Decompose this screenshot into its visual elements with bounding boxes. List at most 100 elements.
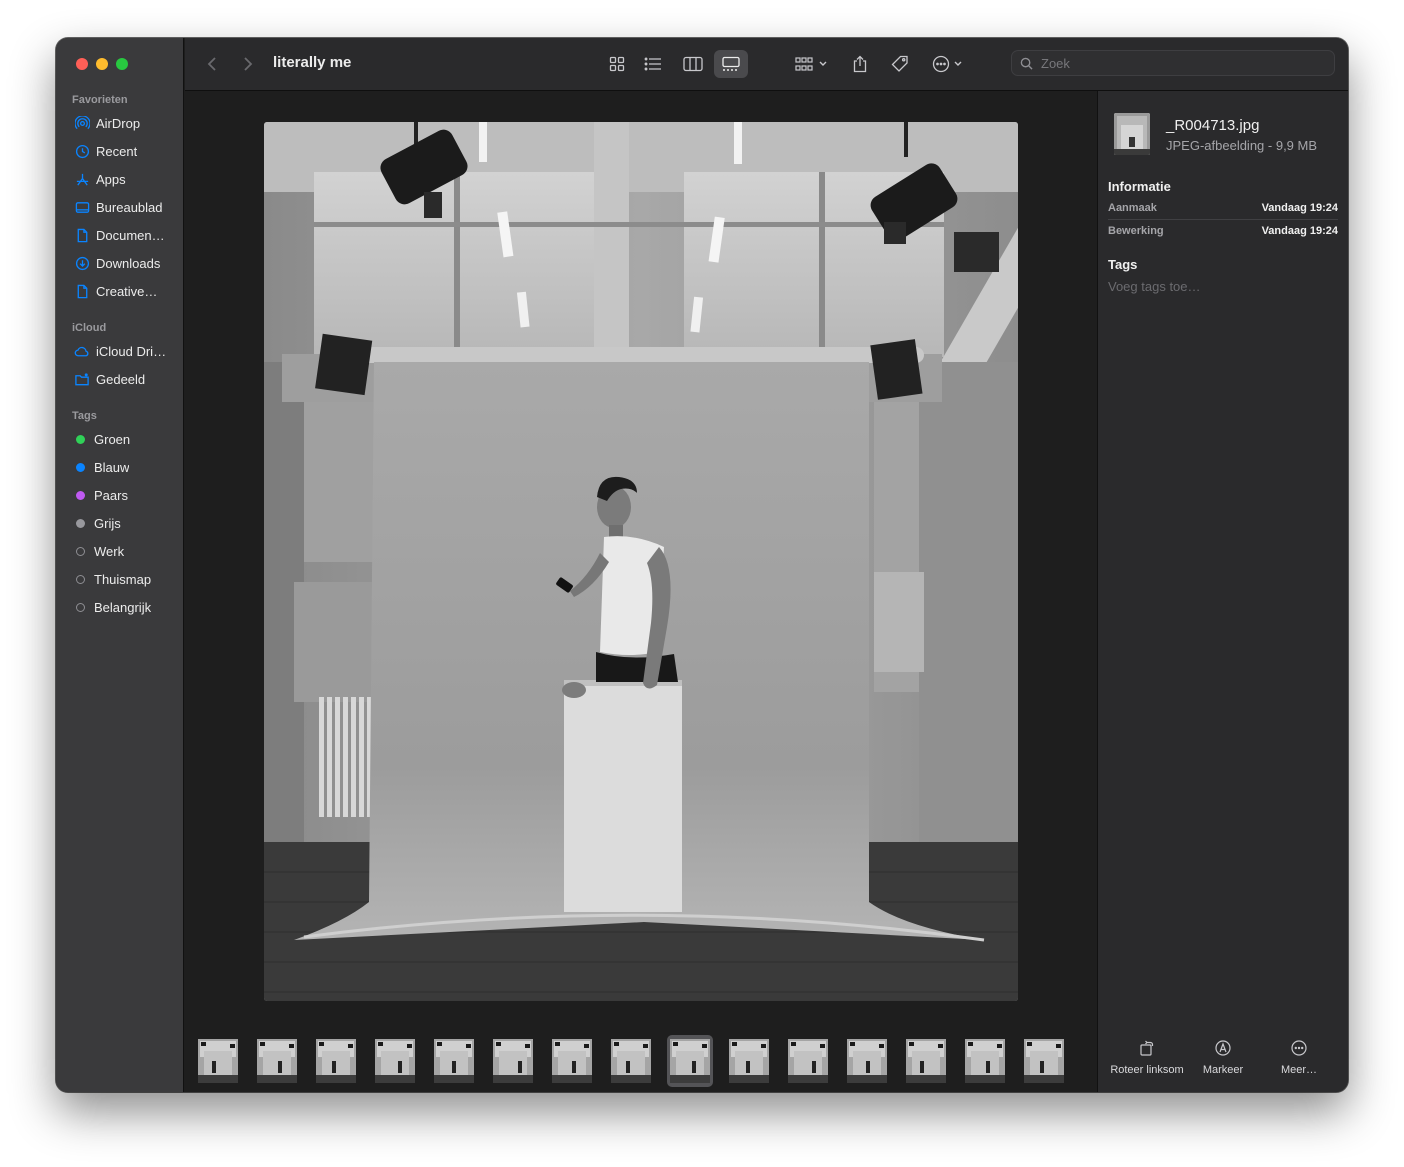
group-by-button[interactable]	[791, 50, 831, 78]
sidebar-item-label: Creative…	[96, 283, 158, 299]
filmstrip	[195, 1035, 1085, 1087]
file-thumbnail	[1114, 113, 1150, 155]
sidebar-tag-home[interactable]: Thuismap	[74, 568, 178, 590]
sidebar-item-desktop[interactable]: Bureaublad	[74, 196, 178, 218]
ellipsis-circle-icon	[932, 55, 949, 73]
filmstrip-thumbnail[interactable]	[254, 1035, 300, 1087]
action-label: Markeer	[1202, 1064, 1244, 1076]
minimize-window-button[interactable]	[96, 58, 108, 70]
cloud-icon	[74, 343, 90, 359]
filmstrip-thumbnail[interactable]	[431, 1035, 477, 1087]
search-field[interactable]	[1011, 50, 1335, 76]
filmstrip-thumbnail[interactable]	[195, 1035, 241, 1087]
sidebar-tag-important[interactable]: Belangrijk	[74, 596, 178, 618]
filmstrip-thumbnail[interactable]	[962, 1035, 1008, 1087]
sidebar-item-label: Werk	[94, 543, 125, 559]
sidebar-item-recent[interactable]: Recent	[74, 140, 178, 162]
action-menu-button[interactable]	[927, 50, 967, 78]
sidebar-item-label: Bureaublad	[96, 199, 163, 215]
sidebar-item-documents[interactable]: Documen…	[74, 224, 178, 246]
gallery-preview-area	[185, 91, 1097, 1092]
sidebar-item-label: iCloud Dri…	[96, 343, 167, 359]
sidebar: Favorieten AirDrop Recent Apps Bureaubla…	[56, 38, 184, 1092]
filmstrip-thumbnail[interactable]	[667, 1035, 713, 1087]
icon-view-button[interactable]	[601, 50, 633, 78]
sidebar-item-creative[interactable]: Creative…	[74, 280, 178, 302]
sidebar-item-label: Gedeeld	[96, 371, 146, 387]
gallery-view-icon	[722, 56, 740, 71]
clock-icon	[74, 143, 90, 159]
tag-dot-icon	[76, 434, 85, 444]
markup-button[interactable]: Markeer	[1185, 1037, 1261, 1077]
info-heading: Informatie	[1108, 179, 1171, 194]
filmstrip-thumbnail[interactable]	[903, 1035, 949, 1087]
chevron-down-icon	[954, 61, 961, 66]
list-view-button[interactable]	[637, 50, 669, 78]
tag-dot-icon	[76, 574, 85, 584]
document-icon	[74, 227, 90, 243]
tag-dot-icon	[76, 546, 85, 556]
list-view-icon	[644, 57, 661, 71]
file-kind: JPEG-afbeelding - 9,9 MB	[1166, 138, 1318, 153]
sidebar-tag-purple[interactable]: Paars	[74, 484, 178, 506]
info-value: Vandaag 19:24	[1261, 202, 1338, 214]
sidebar-item-label: Groen	[94, 431, 131, 447]
download-icon	[74, 255, 90, 271]
tag-dot-icon	[76, 462, 85, 472]
filmstrip-thumbnail[interactable]	[372, 1035, 418, 1087]
filmstrip-thumbnail[interactable]	[726, 1035, 772, 1087]
add-tags-field[interactable]: Voeg tags toe…	[1108, 279, 1201, 294]
document-icon	[74, 283, 90, 299]
filmstrip-thumbnail[interactable]	[549, 1035, 595, 1087]
filmstrip-thumbnail[interactable]	[785, 1035, 831, 1087]
toolbar: literally me	[185, 38, 1348, 91]
filmstrip-thumbnail[interactable]	[1021, 1035, 1067, 1087]
sidebar-item-label: Paars	[94, 487, 128, 503]
forward-button[interactable]	[237, 50, 259, 78]
sidebar-tag-blue[interactable]: Blauw	[74, 456, 178, 478]
sidebar-item-label: Blauw	[94, 459, 130, 475]
sidebar-item-downloads[interactable]: Downloads	[74, 252, 178, 274]
info-key: Aanmaak	[1108, 202, 1157, 214]
sidebar-item-label: AirDrop	[96, 115, 141, 131]
sidebar-item-label: Belangrijk	[94, 599, 152, 615]
sidebar-tag-gray[interactable]: Grijs	[74, 512, 178, 534]
close-window-button[interactable]	[76, 58, 88, 70]
column-view-icon	[683, 56, 703, 72]
sidebar-item-apps[interactable]: Apps	[74, 168, 178, 190]
back-button[interactable]	[201, 50, 223, 78]
sidebar-item-label: Downloads	[96, 255, 161, 271]
action-label: Meer…	[1280, 1064, 1318, 1076]
apps-icon	[74, 171, 90, 187]
shared-folder-icon	[74, 371, 90, 387]
sidebar-item-label: Grijs	[94, 515, 121, 531]
sidebar-tag-green[interactable]: Groen	[74, 428, 178, 450]
search-input[interactable]	[1039, 54, 1323, 72]
tag-button[interactable]	[887, 50, 913, 78]
zoom-window-button[interactable]	[116, 58, 128, 70]
sidebar-item-shared[interactable]: Gedeeld	[74, 368, 178, 390]
tag-dot-icon	[76, 490, 85, 500]
sidebar-tag-work[interactable]: Werk	[74, 540, 178, 562]
preview-inspector: _R004713.jpg JPEG-afbeelding - 9,9 MB In…	[1097, 91, 1348, 1092]
desktop-icon	[74, 199, 90, 215]
filmstrip-thumbnail[interactable]	[490, 1035, 536, 1087]
window-controls	[76, 58, 128, 70]
more-button[interactable]: Meer…	[1261, 1037, 1337, 1077]
chevron-right-icon	[244, 57, 253, 71]
sidebar-item-label: Apps	[96, 171, 126, 187]
column-view-button[interactable]	[676, 50, 710, 78]
filmstrip-thumbnail[interactable]	[844, 1035, 890, 1087]
photo-studio-image	[264, 122, 1018, 1001]
filmstrip-thumbnail[interactable]	[313, 1035, 359, 1087]
sidebar-item-airdrop[interactable]: AirDrop	[74, 112, 178, 134]
share-button[interactable]	[847, 50, 873, 78]
sidebar-item-icloud-drive[interactable]: iCloud Dri…	[74, 340, 178, 362]
icon-view-icon	[609, 56, 625, 72]
rotate-left-button[interactable]: Roteer linksom	[1109, 1037, 1185, 1077]
file-name: _R004713.jpg	[1166, 117, 1260, 134]
rotate-left-icon	[1140, 1040, 1154, 1056]
image-preview[interactable]	[264, 122, 1018, 1001]
gallery-view-button[interactable]	[714, 50, 748, 78]
filmstrip-thumbnail[interactable]	[608, 1035, 654, 1087]
